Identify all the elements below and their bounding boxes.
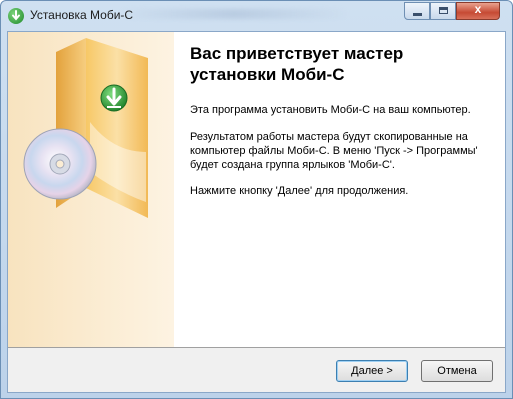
installer-window: Установка Моби-С x Вас приветствует маст… xyxy=(0,0,513,399)
close-icon: x xyxy=(474,2,482,16)
minimize-button[interactable] xyxy=(404,2,430,20)
title-blur xyxy=(119,9,349,19)
software-box-illustration xyxy=(23,38,148,218)
wizard-content: Вас приветствует мастер установки Моби-С… xyxy=(174,32,505,347)
welcome-heading: Вас приветствует мастер установки Моби-С xyxy=(190,44,404,84)
cancel-button[interactable]: Отмена xyxy=(421,360,493,382)
next-button[interactable]: Далее > xyxy=(336,360,408,382)
wizard-client-area: Вас приветствует мастер установки Моби-С… xyxy=(7,31,506,393)
minimize-icon xyxy=(413,13,422,16)
maximize-button[interactable] xyxy=(430,2,456,20)
wizard-sidebar xyxy=(8,32,174,347)
close-button[interactable]: x xyxy=(456,2,500,20)
installer-app-icon xyxy=(8,8,24,24)
maximize-icon xyxy=(439,7,448,14)
continue-hint-text: Нажмите кнопку 'Далее' для продолжения. xyxy=(190,185,409,197)
title-bar[interactable]: Установка Моби-С x xyxy=(1,1,512,31)
result-text: Результатом работы мастера будут скопиро… xyxy=(190,131,478,171)
window-title: Установка Моби-С xyxy=(30,8,134,22)
intro-text: Эта программа установить Моби-С на ваш к… xyxy=(190,104,471,116)
wizard-footer: Далее > Отмена xyxy=(8,348,505,392)
